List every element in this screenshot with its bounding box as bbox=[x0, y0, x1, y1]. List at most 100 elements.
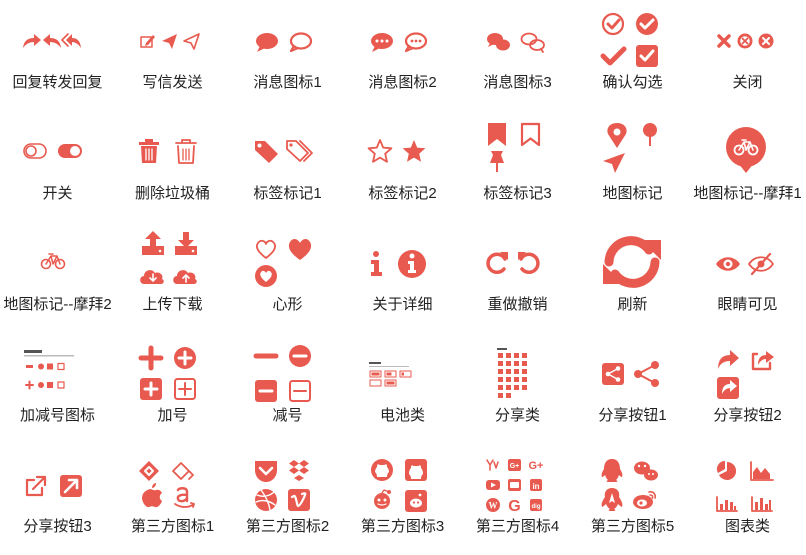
share-nodes-icon bbox=[634, 361, 659, 387]
google-plus-icon: G+ bbox=[529, 460, 544, 472]
tile-message-1[interactable]: 消息图标1 bbox=[230, 0, 345, 111]
reddit-icon bbox=[374, 489, 391, 509]
area-chart-icon bbox=[750, 461, 774, 481]
bike-marker-icon bbox=[726, 127, 766, 173]
tile-plus[interactable]: 加号 bbox=[115, 333, 230, 444]
battery-thumbnail-icon bbox=[369, 362, 412, 387]
wordpress-icon: W bbox=[486, 498, 500, 512]
reddit-square-icon bbox=[405, 490, 427, 512]
tile-refresh[interactable]: 刷新 bbox=[575, 222, 690, 333]
tile-heart[interactable]: 心形 bbox=[230, 222, 345, 333]
tile-label: 加减号图标 bbox=[19, 407, 95, 424]
google-icon: G bbox=[508, 498, 520, 515]
chat-bubble-outline-icon bbox=[289, 32, 313, 53]
trash-outline-icon bbox=[175, 139, 197, 164]
check-circle-filled-icon bbox=[636, 13, 658, 35]
tile-upload-download[interactable]: 上传下载 bbox=[115, 222, 230, 333]
plus-square-outline-icon bbox=[174, 378, 196, 400]
tile-charts[interactable]: 图表类 bbox=[690, 444, 805, 555]
tile-bike[interactable]: 地图标记--摩拜2 bbox=[0, 222, 115, 333]
share-square-filled-icon bbox=[717, 377, 739, 399]
github-square-icon bbox=[405, 459, 427, 481]
tile-third-party-3[interactable]: 第三方图标3 bbox=[345, 444, 460, 555]
location-arrow-icon bbox=[603, 153, 625, 173]
forward-icon bbox=[23, 34, 41, 48]
map-pin-icon bbox=[643, 123, 657, 146]
tile-share-3[interactable]: 分享按钮3 bbox=[0, 444, 115, 555]
tile-trash[interactable]: 删除垃圾桶 bbox=[115, 111, 230, 222]
tile-compose-send[interactable]: 写信发送 bbox=[115, 0, 230, 111]
tile-third-party-1[interactable]: 第三方图标1 bbox=[115, 444, 230, 555]
check-square-icon bbox=[636, 45, 658, 67]
tile-label: 消息图标2 bbox=[368, 74, 437, 91]
tile-label: 写信发送 bbox=[142, 74, 203, 91]
tile-label: 标签标记3 bbox=[483, 185, 552, 202]
svg-text:in: in bbox=[532, 482, 539, 491]
tile-share-set[interactable]: 分享类 bbox=[460, 333, 575, 444]
tile-check[interactable]: 确认勾选 bbox=[575, 0, 690, 111]
tile-eye[interactable]: 眼睛可见 bbox=[690, 222, 805, 333]
tile-plus-minus[interactable]: 加减号图标 bbox=[0, 333, 115, 444]
tile-label: 分享按钮2 bbox=[713, 407, 782, 424]
tile-label: 眼睛可见 bbox=[717, 296, 778, 313]
plus-icon bbox=[138, 345, 164, 371]
tile-label: 加号 bbox=[157, 407, 188, 424]
tile-tag-2[interactable]: 标签标记2 bbox=[345, 111, 460, 222]
tile-tag-1[interactable]: 标签标记1 bbox=[230, 111, 345, 222]
tile-label: 开关 bbox=[42, 185, 73, 202]
tile-label: 关于详细 bbox=[372, 296, 433, 313]
tile-message-3[interactable]: 消息图标3 bbox=[460, 0, 575, 111]
tile-info[interactable]: 关于详细 bbox=[345, 222, 460, 333]
tile-label: 消息图标3 bbox=[483, 74, 552, 91]
apple-icon bbox=[142, 483, 162, 508]
tile-bike-marker[interactable]: 地图标记--摩拜1 bbox=[690, 111, 805, 222]
tile-battery[interactable]: 电池类 bbox=[345, 333, 460, 444]
svg-text:dig: dig bbox=[532, 504, 541, 510]
tile-message-2[interactable]: 消息图标2 bbox=[345, 0, 460, 111]
tile-third-party-2[interactable]: 第三方图标2 bbox=[230, 444, 345, 555]
tile-share-1[interactable]: 分享按钮1 bbox=[575, 333, 690, 444]
external-link-square-icon bbox=[60, 475, 82, 497]
tile-label: 回复转发回复 bbox=[12, 74, 103, 91]
tile-label: 消息图标1 bbox=[253, 74, 322, 91]
qq-icon bbox=[601, 459, 623, 482]
tile-tag-3[interactable]: 标签标记3 bbox=[460, 111, 575, 222]
heart-outline-icon bbox=[255, 239, 277, 259]
tile-redo-undo[interactable]: 重做撤销 bbox=[460, 222, 575, 333]
weibo-icon bbox=[633, 491, 656, 509]
tile-label: 地图标记--摩拜2 bbox=[3, 296, 112, 313]
github-icon bbox=[371, 459, 393, 481]
minus-square-filled-icon bbox=[255, 380, 277, 402]
youtube-icon bbox=[486, 480, 500, 490]
heart-circle-icon bbox=[255, 265, 277, 287]
tile-third-party-5[interactable]: 第三方图标5 bbox=[575, 444, 690, 555]
tile-share-2[interactable]: 分享按钮2 bbox=[690, 333, 805, 444]
toggle-off-icon bbox=[23, 143, 47, 159]
tile-label: 关闭 bbox=[732, 74, 763, 91]
qq-outline-icon bbox=[601, 488, 623, 511]
close-icon bbox=[717, 34, 731, 48]
check-circle-icon bbox=[601, 12, 625, 36]
eye-icon bbox=[716, 257, 740, 271]
star-outline-icon bbox=[367, 139, 393, 163]
share-arrow-icon bbox=[718, 350, 739, 369]
tile-label: 地图标记--摩拜1 bbox=[693, 185, 802, 202]
reply-icon bbox=[43, 34, 61, 48]
svg-text:G: G bbox=[508, 498, 520, 515]
external-link-icon bbox=[25, 475, 47, 497]
share-thumbnail-icon bbox=[497, 348, 527, 398]
tile-toggle[interactable]: 开关 bbox=[0, 111, 115, 222]
tag-icon bbox=[255, 141, 278, 163]
tile-third-party-4[interactable]: G+ G+ in W G dig 第三方图标4 bbox=[460, 444, 575, 555]
tile-reply-forward[interactable]: 回复转发回复 bbox=[0, 0, 115, 111]
tile-map-marker[interactable]: 地图标记 bbox=[575, 111, 690, 222]
share-square-icon bbox=[602, 363, 624, 385]
tile-label: 分享按钮3 bbox=[23, 518, 92, 535]
tile-label: 确认勾选 bbox=[602, 74, 663, 91]
tile-label: 第三方图标5 bbox=[590, 518, 675, 535]
tile-close[interactable]: 关闭 bbox=[690, 0, 805, 111]
tile-minus[interactable]: 减号 bbox=[230, 333, 345, 444]
tile-label: 心形 bbox=[272, 296, 303, 313]
y-combinator-icon bbox=[486, 459, 499, 471]
svg-text:W: W bbox=[489, 501, 498, 511]
